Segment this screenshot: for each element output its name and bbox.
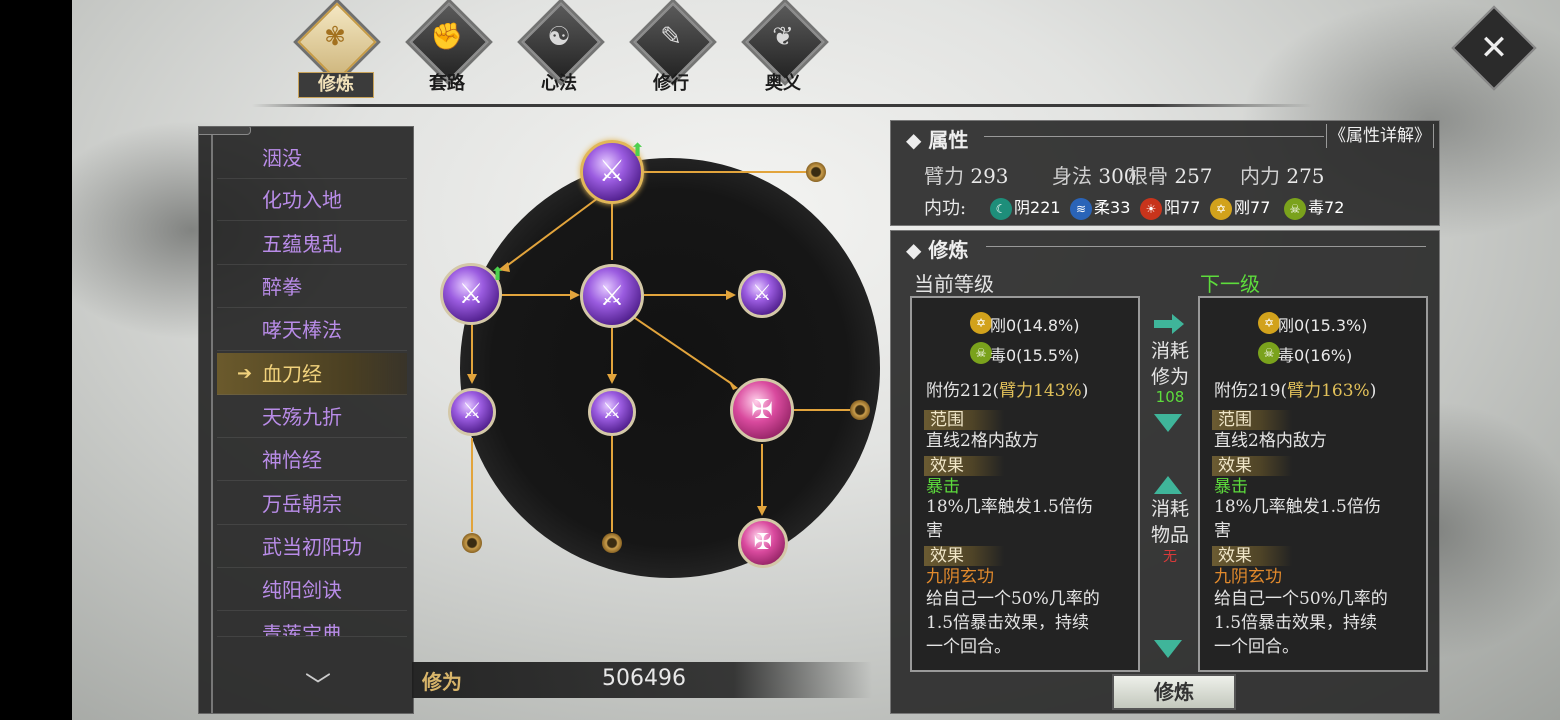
stat-inner-power: 内力 275 [1240, 164, 1325, 188]
effect-desc: 害 [926, 521, 943, 541]
attribute-title: ◆ 属性 [906, 128, 969, 152]
effect-name: 暴击 [1214, 477, 1248, 497]
star-icon: ✡ [1258, 312, 1280, 334]
rune-icon: ✠ [751, 395, 773, 425]
effect-desc: 1.5倍暴击效果，持续 [1214, 613, 1378, 633]
game-screen: ✾ 修炼 ✊ 套路 ☯ 心法 ✎ 修行 ❦ 奥义 ✕ 洇没 化功入地 五蕴鬼乱 … [72, 0, 1560, 720]
effect-tag: 效果 [924, 456, 1004, 476]
skill-node-special[interactable]: ✠ [738, 518, 788, 568]
blade-icon: ⚔ [462, 399, 482, 424]
du-value: 毒0(15.5%) [990, 346, 1080, 365]
locked-node[interactable] [602, 533, 622, 553]
locked-node[interactable] [462, 533, 482, 553]
stat-arm-strength: 臂力 293 [924, 164, 1009, 188]
effect-tag: 效果 [1212, 546, 1292, 566]
cultivation-title: ◆ 修炼 [906, 238, 969, 262]
arrow-down-icon [1154, 414, 1182, 432]
effect-desc: 给自己一个50%几率的 [1214, 589, 1388, 609]
title-divider [986, 246, 1426, 247]
arrow-up-icon [1154, 476, 1182, 494]
locked-node[interactable] [806, 162, 826, 182]
effect-name: 九阴玄功 [1214, 567, 1282, 587]
effect-name: 暴击 [926, 477, 960, 497]
neigong-label: 内功: [924, 198, 967, 219]
consume-item-value: 无 [1163, 549, 1177, 565]
element-yang: ☀ 阳77 [1140, 194, 1200, 220]
effect-desc: 1.5倍暴击效果，持续 [926, 613, 1090, 633]
locked-node[interactable] [850, 400, 870, 420]
du-value: 毒0(16%) [1278, 346, 1353, 365]
gang-value: 刚0(15.3%) [1278, 316, 1368, 335]
sun-icon: ☀ [1140, 197, 1162, 220]
stat-constitution: 根骨 257 [1128, 164, 1213, 188]
skill-node[interactable]: ⚔ [448, 388, 496, 436]
skill-node[interactable]: ⚔ [580, 264, 644, 328]
next-level-label: 下一级 [1200, 272, 1260, 296]
consume-cultivation-value: 108 [1155, 388, 1185, 406]
range-tag: 范围 [924, 410, 1004, 430]
cultivate-button[interactable]: 修炼 [1112, 674, 1236, 710]
effect-desc: 18%几率触发1.5倍伤 [1214, 497, 1381, 517]
effect-tag: 效果 [924, 546, 1004, 566]
current-level-box: ✡ 刚0(14.8%) ☠ 毒0(15.5%) 附伤212(臂力143%) 范围… [910, 296, 1140, 672]
effect-desc: 给自己一个50%几率的 [926, 589, 1100, 609]
arrow-down-icon [1154, 640, 1182, 658]
skill-node[interactable]: ⚔ [588, 388, 636, 436]
element-rou: ≋ 柔33 [1070, 194, 1130, 220]
poison-icon: ☠ [1258, 342, 1280, 364]
skill-node[interactable]: ⚔ [738, 270, 786, 318]
blade-icon: ⚔ [599, 279, 625, 312]
effect-desc: 一个回合。 [1214, 637, 1299, 657]
star-icon: ✡ [970, 312, 992, 334]
title-divider [984, 136, 1324, 137]
yin-icon: ☾ [990, 197, 1012, 220]
range-text: 直线2格内敌方 [1214, 431, 1327, 451]
effect-name: 九阴玄功 [926, 567, 994, 587]
element-du: ☠ 毒72 [1284, 194, 1344, 220]
attribute-detail-link[interactable]: 《属性详解》 [1326, 124, 1434, 148]
arrow-right-icon [1154, 314, 1184, 334]
consume-cultivation-label: 消耗修为 [1150, 340, 1189, 388]
current-level-label: 当前等级 [914, 272, 994, 296]
range-text: 直线2格内敌方 [926, 431, 1039, 451]
blade-icon: ⚔ [752, 281, 772, 306]
effect-desc: 一个回合。 [926, 637, 1011, 657]
gang-value: 刚0(14.8%) [990, 316, 1080, 335]
element-yin: ☾ 阴221 [990, 194, 1061, 220]
effect-desc: 18%几率触发1.5倍伤 [926, 497, 1093, 517]
extra-damage: 附伤212(臂力143%) [926, 381, 1089, 401]
consume-item-label: 消耗物品 [1150, 498, 1189, 546]
next-level-box: ✡ 刚0(15.3%) ☠ 毒0(16%) 附伤219(臂力163%) 范围 直… [1198, 296, 1428, 672]
upgrade-arrow-icon: ⬆ [630, 140, 646, 161]
skill-node-special[interactable]: ✠ [730, 378, 794, 442]
poison-icon: ☠ [1284, 197, 1306, 220]
star-icon: ✡ [1210, 197, 1232, 220]
element-gang: ✡ 刚77 [1210, 194, 1270, 220]
effect-desc: 害 [1214, 521, 1231, 541]
rune-icon: ✠ [753, 530, 773, 555]
upgrade-arrow-icon: ⬆ [490, 264, 506, 285]
water-icon: ≋ [1070, 197, 1092, 220]
stat-agility: 身法 300 [1052, 164, 1137, 188]
effect-tag: 效果 [1212, 456, 1292, 476]
range-tag: 范围 [1212, 410, 1292, 430]
extra-damage: 附伤219(臂力163%) [1214, 381, 1377, 401]
blade-icon: ⚔ [602, 399, 622, 424]
poison-icon: ☠ [970, 342, 992, 364]
